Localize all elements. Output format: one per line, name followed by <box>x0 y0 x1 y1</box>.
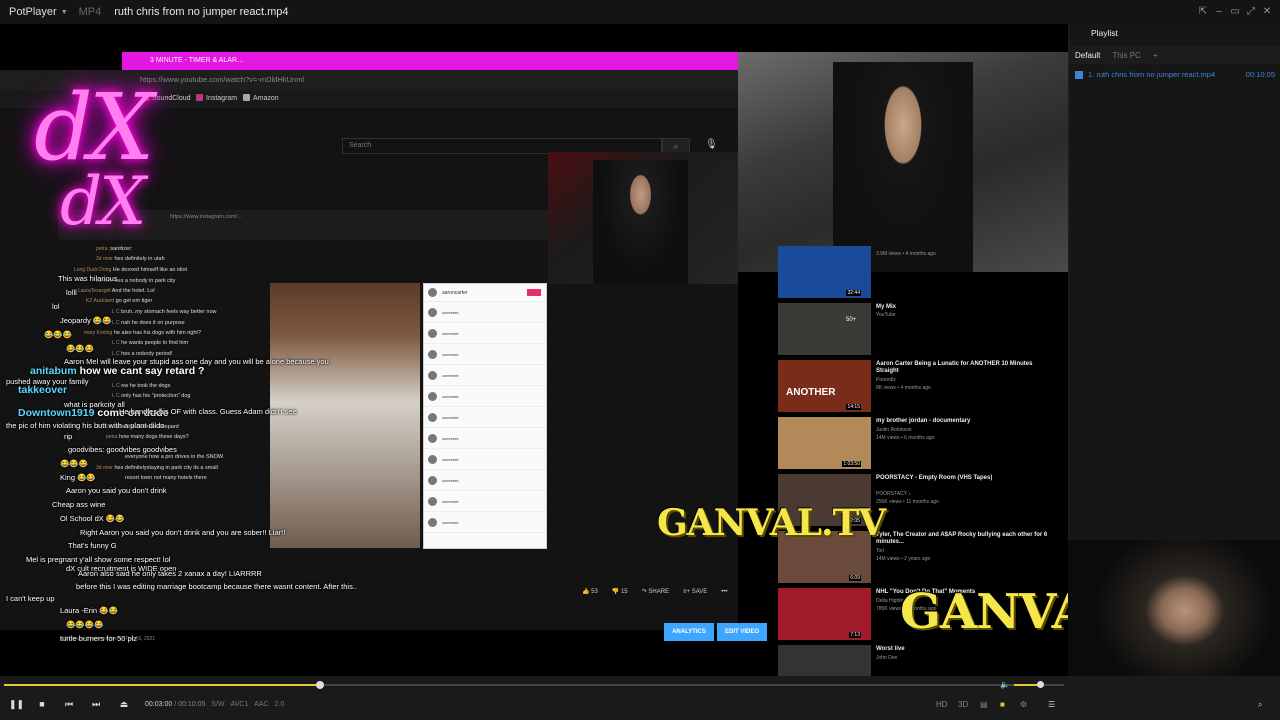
capture-icon[interactable]: ■ <box>1000 700 1005 709</box>
playlist-tabs: Default This PC + <box>1069 46 1280 64</box>
chat-message: Laura -Erin 😂😂 <box>60 606 118 615</box>
chat-message: 😂😂😂 <box>66 344 95 353</box>
rec-item: ANOTHER 14:15 Aaron Carter Being a Lunat… <box>778 360 1058 412</box>
ganval-watermark: GANVAL.TV <box>657 502 886 544</box>
seek-handle[interactable] <box>315 681 324 689</box>
instagram-panel: aaroncarter comment comment comment comm… <box>423 283 547 549</box>
video-frame[interactable]: https://www.youtube.com/watch?v=-mDldHkU… <box>0 24 1068 676</box>
volume-slider[interactable] <box>1014 681 1044 688</box>
chat-message: takkeover <box>18 384 68 396</box>
total-time: 00:10:05 <box>178 701 206 708</box>
neon-logo-small: dX <box>60 163 146 240</box>
control-bar: 🔈 <box>0 676 1280 720</box>
playlist-item-duration: 00:10:05 <box>1245 70 1275 79</box>
save-icon: ≡+ SAVE <box>683 588 708 595</box>
chat-message: before this I was editing marriage bootc… <box>76 582 357 591</box>
like-icon: 👍 53 <box>582 589 598 595</box>
hd-icon[interactable]: HD <box>936 700 948 709</box>
rec-item: My Mix YouTube 50+ <box>778 303 1058 355</box>
bookmark-amazon: Amazon <box>243 94 279 102</box>
chat-message: Ol School dX 😂😂 <box>60 514 125 523</box>
tab-default[interactable]: Default <box>1069 51 1106 60</box>
yt-action-bar: 👍 53 👎 15 ↷ SHARE ≡+ SAVE ••• <box>582 588 728 596</box>
bookmark-instagram: Instagram <box>196 94 237 102</box>
chat-message: Aaron you said you don't drink <box>66 486 167 495</box>
previous-icon[interactable]: ⏮ <box>63 697 75 711</box>
browser-tab-title: 3 MINUTE - TIMER & ALAR… <box>150 57 244 64</box>
seek-bar-fill <box>4 684 320 686</box>
speaker-icon[interactable]: 🔈 <box>1000 680 1010 689</box>
3d-icon[interactable]: 3D <box>958 700 968 709</box>
chat-message: Cheap ass wine <box>52 500 106 509</box>
subtitle-icon[interactable]: ▤ <box>980 700 988 709</box>
potplayer-window: PotPlayer ▼ MP4 ruth chris from no jumper… <box>0 0 1280 720</box>
window-controls: ⇱ – ▭ ⤢ ✕ <box>1198 0 1272 24</box>
more-icon: ••• <box>721 588 728 595</box>
mic-icon: 🎙 <box>705 139 718 150</box>
chat-message: 😂😂😂 <box>60 459 89 468</box>
chat-message: lolll <box>66 288 77 297</box>
rec-item: 32:44 3.9M views • 4 months ago <box>778 246 1058 298</box>
search-icon[interactable]: ⌕ <box>1258 700 1262 710</box>
add-tab-button[interactable]: + <box>1147 51 1164 60</box>
chat-message: I can't keep up <box>6 594 55 603</box>
playlist-item-label: 1. ruth chris from no jumper react.mp4 <box>1088 70 1216 79</box>
chat-message: Right Aaron you said you don't drink and… <box>80 528 286 537</box>
stop-icon[interactable]: ■ <box>36 697 48 711</box>
chat-message: King 😂😂 <box>60 473 96 482</box>
chevron-down-icon[interactable]: ▼ <box>61 9 68 16</box>
eject-icon[interactable]: ⏏ <box>118 697 130 711</box>
chat-message: lol <box>52 302 60 311</box>
chat-message: 😂😂😂 <box>44 330 73 339</box>
restore-icon[interactable]: ▭ <box>1230 7 1240 17</box>
time-display: 00:03:00 / 00:10:05 S/W AVC1 AAC 2.0 <box>145 701 285 708</box>
ganval-watermark-large: GANVAL.TV <box>900 584 1068 640</box>
current-time: 00:03:00 <box>145 701 173 708</box>
chat-message: He handles his OF with class. Guess Adam… <box>119 407 297 416</box>
volume-handle[interactable] <box>1036 681 1044 688</box>
seek-bar[interactable] <box>4 681 1064 689</box>
playlist-item[interactable]: 1. ruth chris from no jumper react.mp4 0… <box>1075 70 1275 79</box>
codec-info: S/W <box>211 701 225 708</box>
playlist-title: Playlist <box>1091 28 1118 38</box>
chat-message: Jeopardy 😂😂 <box>60 316 112 325</box>
chat-message: That's funny G <box>68 541 117 550</box>
pause-icon[interactable]: ❚❚ <box>9 697 24 711</box>
file-title: ruth chris from no jumper react.mp4 <box>114 6 289 18</box>
chat-message: rip <box>64 432 73 441</box>
analytics-button: ANALYTICS <box>664 623 714 641</box>
rec-item: 1:03:50 my brother jordan - documentary … <box>778 417 1058 469</box>
chat-overlay: This was hilarious lolll lol Jeopardy 😂😂… <box>4 246 384 646</box>
address-url: https://www.youtube.com/watch?v=-mDldHkU… <box>140 75 305 84</box>
neon-logo-large: dX <box>34 74 154 181</box>
inner-url: https://www.instagram.com/... <box>170 214 242 220</box>
settings-icon[interactable]: ⚙ <box>1020 700 1027 709</box>
rec-item: Worst live John Dee <box>778 645 1058 676</box>
chat-message: turtle burners for 50 plz <box>60 634 138 643</box>
minimize-icon[interactable]: – <box>1214 7 1224 17</box>
next-icon[interactable]: ⏭ <box>90 697 102 711</box>
menu-icon[interactable]: ☰ <box>1048 700 1055 709</box>
tab-this-pc[interactable]: This PC <box>1106 51 1146 60</box>
webcam-middle <box>548 152 738 284</box>
title-bar: PotPlayer ▼ MP4 ruth chris from no jumper… <box>0 0 1280 24</box>
close-icon[interactable]: ✕ <box>1262 7 1272 17</box>
format-label: MP4 <box>78 6 102 18</box>
video-file-icon <box>1075 71 1083 79</box>
chat-message: goodvibes: goodvibes goodvibes <box>68 445 177 454</box>
pin-icon[interactable]: ⇱ <box>1198 7 1208 17</box>
dislike-icon: 👎 15 <box>611 589 628 595</box>
edit-video-button: EDIT VIDEO <box>717 623 767 641</box>
chat-message: the pic of him violating his butt with a… <box>6 421 165 430</box>
maximize-icon[interactable]: ⤢ <box>1246 7 1256 17</box>
chat-message: This was hilarious <box>58 274 118 283</box>
webcam-top-right <box>738 52 1068 272</box>
app-menu-button[interactable]: PotPlayer <box>0 6 57 18</box>
share-icon: ↷ SHARE <box>641 589 670 595</box>
chat-message: anitabum how we cant say retard ? <box>30 365 205 377</box>
volume-fill <box>1014 684 1040 686</box>
chat-message: 😂😂😂😂 <box>66 620 104 629</box>
chat-message: Aaron also said he only takes 2 xanax a … <box>78 569 262 578</box>
